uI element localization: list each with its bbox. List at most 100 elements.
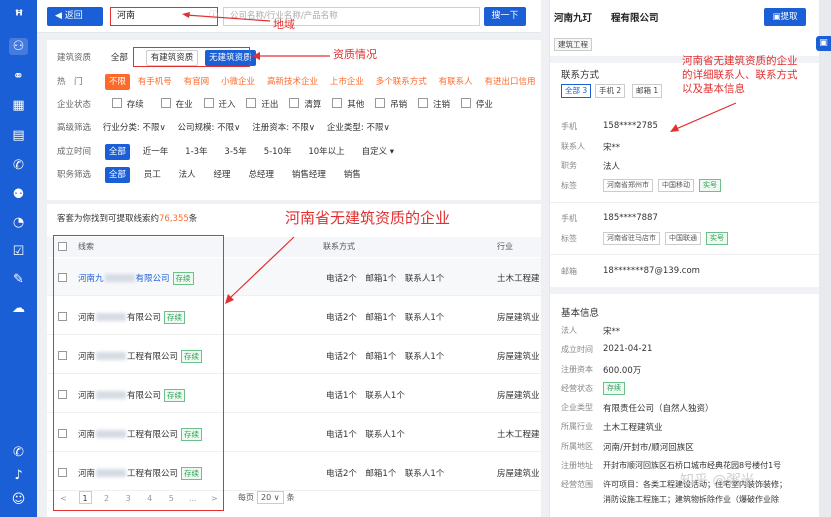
scrollbar[interactable] (819, 0, 831, 517)
annotation-region: 地域 (273, 18, 295, 31)
status-qianchu[interactable]: 迁出 (246, 97, 278, 113)
sidebar: ꟸ ⚇ ⚭ ▦ ▤ ✆ ⚉ ◔ ☑ ✎ ☁ ✆ ♪ ☺ (0, 0, 37, 517)
annotation-qualification: 资质情况 (333, 48, 377, 61)
position-all[interactable]: 全部 (104, 167, 130, 183)
page-5[interactable]: 5 (165, 492, 178, 505)
page-size: 每页 20 ∨ 条 (238, 491, 295, 504)
position-gm[interactable]: 总经理 (244, 167, 278, 183)
status-qingsuan[interactable]: 清算 (289, 97, 321, 113)
status-zaiye[interactable]: 在业 (161, 97, 193, 113)
user-icon[interactable]: ☺ (9, 491, 28, 508)
position-sales-manager[interactable]: 销售经理 (288, 167, 330, 183)
page-3[interactable]: 3 (122, 492, 135, 505)
founded-1y[interactable]: 近一年 (139, 144, 173, 160)
hot-has-contact[interactable]: 有联系人 (435, 74, 477, 90)
founded-all[interactable]: 全部 (104, 144, 130, 160)
filter-status: 企业状态 存续 在业 迁入 迁出 清算 其他 吊销 注销 停业 (57, 97, 501, 113)
contact2-tags: 河南省驻马店市 中国联通 实号 (603, 232, 733, 245)
contact2-phone[interactable]: 185****7887 (603, 213, 658, 223)
prev-page-button[interactable]: < (57, 492, 70, 505)
chat-icon[interactable]: ☁ (9, 300, 28, 317)
page-2[interactable]: 2 (100, 492, 113, 505)
adv-size-select[interactable]: 公司规模: 不限∨ (174, 120, 245, 136)
annotation-arrow-detail (670, 102, 737, 132)
bell-icon[interactable]: ♪ (9, 467, 28, 484)
phone-icon[interactable]: ✆ (9, 157, 28, 174)
adv-capital-select[interactable]: 注册资本: 不限∨ (248, 120, 319, 136)
contact1-person: 宋** (603, 143, 621, 153)
annotation-arrow-list (225, 236, 295, 304)
users-icon[interactable]: ⚇ (9, 38, 28, 55)
position-sales[interactable]: 销售 (340, 167, 365, 183)
checklist-icon[interactable]: ☑ (9, 243, 28, 260)
company-title: 河南九玎 程有限公司 (554, 13, 659, 24)
pie-chart-icon[interactable]: ◔ (9, 214, 28, 231)
link-icon[interactable]: ⚭ (9, 68, 28, 85)
tab-all[interactable]: 全部 3 (561, 84, 592, 98)
filter-founded: 成立时间 全部 近一年 1-3年 3-5年 5-10年 10年以上 自定义 ▾ (57, 144, 399, 160)
team-icon[interactable]: ⚉ (9, 186, 28, 203)
annotation-arrow-qualification (252, 52, 330, 60)
phone-bottom-icon[interactable]: ✆ (9, 444, 28, 461)
annotation-detail: 河南省无建筑资质的企业 的详细联系人、联系方式 以及基本信息 (682, 55, 798, 95)
status-other[interactable]: 其他 (332, 97, 364, 113)
tab-email[interactable]: 邮箱 1 (632, 84, 663, 98)
edit-icon[interactable]: ✎ (9, 271, 28, 288)
founded-3-5[interactable]: 3-5年 (220, 144, 250, 160)
founded-5-10[interactable]: 5-10年 (260, 144, 296, 160)
status-qianru[interactable]: 迁入 (204, 97, 236, 113)
document-icon[interactable]: ▤ (9, 127, 28, 144)
founded-custom[interactable]: 自定义 ▾ (358, 144, 398, 160)
pagination: < 1 2 3 4 5 ... > (57, 491, 227, 505)
hot-listed[interactable]: 上市企业 (326, 74, 368, 90)
contact1-tags: 河南省郑州市 中国移动 实号 (603, 179, 726, 192)
export-button[interactable]: ▣提取 (764, 8, 806, 26)
adv-type-select[interactable]: 企业类型: 不限∨ (323, 120, 394, 136)
hot-small[interactable]: 小微企业 (217, 74, 259, 90)
back-button[interactable]: ◀ 返回 (47, 7, 103, 26)
page-size-select[interactable]: 20 ∨ (257, 491, 284, 504)
hot-multi-contact[interactable]: 多个联系方式 (372, 74, 431, 90)
contact1-phone[interactable]: 158****2785 (603, 121, 658, 131)
next-page-button[interactable]: > (208, 492, 221, 505)
contact1-role: 法人 (603, 162, 621, 172)
position-legal[interactable]: 法人 (175, 167, 200, 183)
status-suspended[interactable]: 停业 (461, 97, 493, 113)
building-icon[interactable]: ▦ (9, 97, 28, 114)
filter-advanced: 高级筛选 行业分类: 不限∨ 公司规模: 不限∨ 注册资本: 不限∨ 企业类型:… (57, 120, 395, 136)
industry-tag: 建筑工程 (554, 38, 592, 51)
result-count: 客套为你找到可提取线索约76,355条 (57, 214, 198, 224)
hot-website[interactable]: 有官网 (180, 74, 214, 90)
position-staff[interactable]: 员工 (140, 167, 165, 183)
position-manager[interactable]: 经理 (210, 167, 235, 183)
filter-hot: 热 门 不限 有手机号 有官网 小微企业 高新技术企业 上市企业 多个联系方式 … (57, 74, 541, 90)
hot-unlimited[interactable]: 不限 (104, 74, 130, 90)
page-4[interactable]: 4 (143, 492, 156, 505)
status-cunxu[interactable]: 存续 (112, 97, 144, 113)
annotation-box-qualification (133, 47, 250, 67)
status-revoked[interactable]: 吊销 (375, 97, 407, 113)
founded-10plus[interactable]: 10年以上 (304, 144, 348, 160)
filter-position: 职务筛选 全部 员工 法人 经理 总经理 销售经理 销售 (57, 167, 366, 183)
hot-import-export[interactable]: 有进出口信用 (481, 74, 540, 90)
adv-industry-select[interactable]: 行业分类: 不限∨ (99, 120, 170, 136)
page-1[interactable]: 1 (78, 491, 92, 504)
feedback-icon[interactable]: ▣ (816, 36, 831, 51)
status-badge: 存续 (603, 382, 625, 395)
basic-section-title: 基本信息 (561, 308, 600, 319)
annotation-box-list (53, 235, 224, 511)
annotation-list: 河南省无建筑资质的企业 (285, 209, 451, 227)
hot-hightech[interactable]: 高新技术企业 (263, 74, 322, 90)
search-button[interactable]: 搜一下 (484, 7, 526, 26)
founded-1-3[interactable]: 1-3年 (181, 144, 211, 160)
hot-mobile[interactable]: 有手机号 (134, 74, 176, 90)
contact-section-title: 联系方式 (561, 70, 600, 81)
contact3-email[interactable]: 18*******87@139.com (603, 266, 700, 276)
filter-panel: 建筑资质 全部 有建筑资质 无建筑资质 热 门 不限 有手机号 有官网 小微企业… (47, 40, 541, 200)
status-cancelled[interactable]: 注销 (418, 97, 450, 113)
watermark: 知乎 @粥米 (680, 473, 755, 489)
annotation-arrow-region (182, 12, 271, 22)
qual-all[interactable]: 全部 (107, 50, 132, 66)
app-logo[interactable]: ꟸ (7, 5, 31, 27)
tab-mobile[interactable]: 手机 2 (595, 84, 626, 98)
